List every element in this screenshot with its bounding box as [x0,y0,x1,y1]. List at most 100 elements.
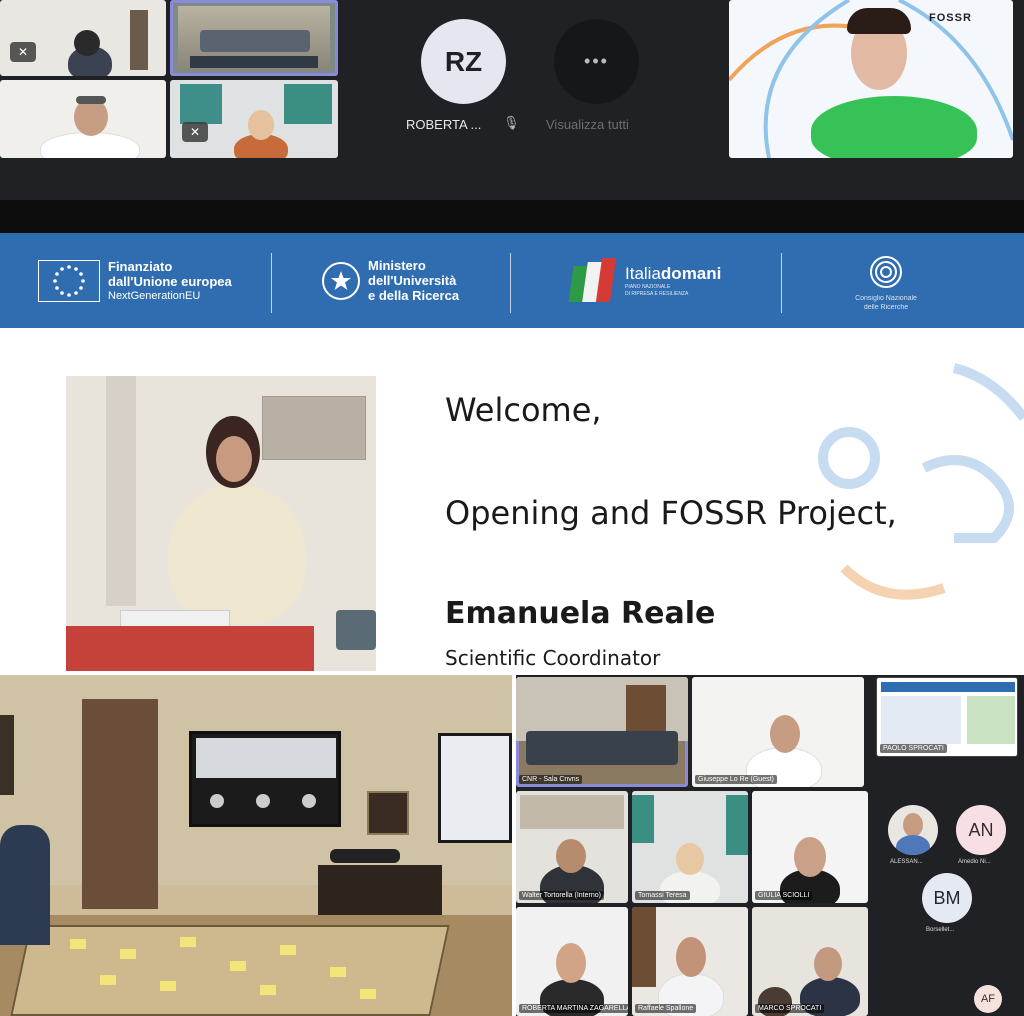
mic-off-icon: 🎙︎ [503,115,520,130]
grid-tile[interactable]: Giuseppe Lo Re (Guest) [692,677,864,787]
grid-tile[interactable]: Tomassi Teresa [632,791,748,903]
tile-name: Giuseppe Lo Re (Guest) [695,775,777,784]
participant-head [556,943,586,983]
avatar-initials: BM [933,887,961,908]
grid-tile[interactable]: GIULIA SCIOLLI [752,791,868,903]
ministry-line1: Ministero [368,258,426,273]
tile-name: Walter Tortorella (Interno) [519,891,604,900]
participant-avatar-an[interactable]: AN [956,805,1006,855]
banner-separator [271,253,272,313]
photo-relief [262,396,366,460]
black-divider [0,200,1024,233]
mic-off-icon: ✕ [182,122,208,142]
participant-avatar-bm[interactable]: BM [922,873,972,923]
tv-video-grid [196,738,336,778]
view-all-label[interactable]: Visualizza tutti [546,117,629,132]
grid-tile[interactable]: MARCO SPROCATI [752,907,868,1016]
avatar-initials: RZ [444,45,483,77]
meeting-top-strip: ✕ ✕ RZ ROBERTA ... 🎙︎ ••• Visualizza tut… [0,0,1024,200]
participant-label: Amedio Ni... [958,859,991,865]
photo-chair [336,610,376,650]
more-participants-button[interactable]: ••• [554,19,639,104]
photo-column [106,376,136,606]
speaker-photo [66,376,376,671]
tile-name: PAOLO SPROCATI [880,744,947,753]
tile-name: Tomassi Teresa [635,891,690,900]
soundbar [330,849,400,863]
participant-head [770,715,800,753]
poster [726,795,748,855]
slide-body: Welcome, Opening and FOSSR Project, Eman… [0,328,1024,671]
grid-tile-active[interactable]: CNR - Sala Cnvns [516,677,688,787]
participant-tile[interactable] [0,80,166,158]
second-screen [438,733,512,843]
participant-head [676,843,704,875]
ministry-logo-block: Ministero dell'Università e della Ricerc… [322,233,459,328]
tile-name: GIULIA SCIOLLI [755,891,813,900]
presenter-hair [847,8,911,34]
grid-tile[interactable]: ROBERTA MARTINA ZAGARELLA [516,907,628,1016]
italy-flag-icon [563,256,621,306]
ministry-line2: dell'Università [368,273,457,288]
fossr-logo: FOSSR [929,12,972,24]
ellipsis-icon: ••• [584,51,609,71]
room-table [200,30,310,52]
eu-flag-icon [38,259,100,302]
ministry-emblem-icon [322,261,360,300]
grid-tile[interactable]: Raffaele Spallone [632,907,748,1016]
participant-head [74,30,100,56]
participant-hair [76,96,106,104]
speaker-name: Emanuela Reale [445,596,716,631]
sticky-notes [60,931,420,1001]
tile-name: ROBERTA MARTINA ZAGARELLA [519,1004,628,1013]
participant-tile-active[interactable] [170,0,338,76]
wall-frame [0,715,14,795]
eu-line3: NextGenerationEU [108,289,201,302]
participant-head [676,937,706,977]
cnr-logo-block: Consiglio Nazionale delle Ricerche [846,255,926,312]
italia-sub1: PIANO NAZIONALE [625,283,671,290]
eu-logo-block: Finanziato dall'Unione europea NextGener… [38,233,232,328]
grid-tile[interactable]: Walter Tortorella (Interno) [516,791,628,903]
slide-subtitle: Opening and FOSSR Project, [445,494,897,532]
banner-separator [781,253,782,313]
avatar-initials: AN [968,819,994,840]
room-people [526,731,678,765]
participant-head [248,110,274,140]
wall-map [520,795,624,829]
speaker-table [66,626,314,671]
room-door [632,907,656,987]
person-left [0,825,50,945]
wall-plaque [367,791,409,835]
tile-name: Raffaele Spallone [635,1004,697,1013]
presenter-video[interactable]: FOSSR [729,0,1013,158]
poster [632,795,654,843]
avatar-initials: AF [980,993,996,1005]
participant-tile[interactable]: ✕ [170,80,338,158]
background-object [130,10,148,70]
cnr-line2: delle Ricerche [863,304,909,311]
participant-head [556,839,586,873]
eu-line2: dall'Unione europea [108,273,232,289]
self-avatar-af[interactable]: AF [974,985,1002,1013]
participant-head [814,947,842,981]
banner-separator [510,253,511,313]
slide-welcome: Welcome, [445,391,602,429]
room-photo [0,675,512,1016]
participant-head [794,837,826,877]
participant-tile[interactable]: ✕ [0,0,166,76]
grid-tile-screenshare[interactable]: PAOLO SPROCATI [876,677,1018,757]
participant-avatar-photo[interactable] [888,805,938,855]
room-people [190,56,318,68]
brand-light: Italia [625,263,661,283]
cnr-line1: Consiglio Nazionale [855,295,917,302]
tile-name: MARCO SPROCATI [755,1004,825,1013]
participant-label: ALESSAN... [890,859,923,865]
participant-name: ROBERTA ... [406,117,482,132]
avatar-rz[interactable]: RZ [421,19,506,104]
mic-off-icon: ✕ [10,42,36,62]
cnr-logo-icon [870,256,902,288]
italiadomani-logo-block: Italiadomani PIANO NAZIONALE DI RIPRESA … [563,233,721,328]
poster [180,84,222,124]
meeting-grid-bottom: CNR - Sala Cnvns Giuseppe Lo Re (Guest) … [516,675,1024,1016]
